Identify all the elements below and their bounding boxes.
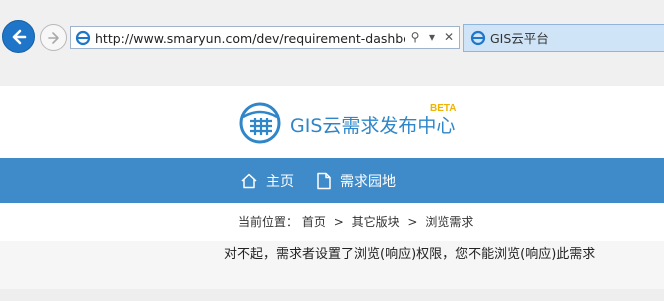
arrow-right-icon (47, 31, 59, 44)
ie-icon (470, 30, 486, 46)
address-bar[interactable]: http://www.smaryun.com/dev/requirement-d… (70, 26, 460, 49)
nav-item-home[interactable]: 主页 (240, 158, 294, 203)
permission-denied-message: 对不起，需求者设置了浏览(响应)权限，您不能浏览(响应)此需求 (224, 247, 596, 262)
back-button[interactable] (2, 20, 35, 53)
close-icon[interactable]: ✕ (441, 29, 457, 46)
breadcrumb: 当前位置： 首页 > 其它版块 > 浏览需求 (238, 214, 473, 230)
site-logo-title[interactable]: GIS云需求发布中心 (290, 114, 455, 138)
breadcrumb-separator: > (333, 215, 344, 229)
url-text[interactable]: http://www.smaryun.com/dev/requirement-d… (95, 30, 405, 47)
chevron-down-icon[interactable]: ▾ (425, 29, 439, 46)
nav-item-requirements[interactable]: 需求园地 (316, 158, 396, 203)
browser-chrome: http://www.smaryun.com/dev/requirement-d… (0, 0, 664, 86)
page-header: GIS云需求发布中心 BETA (0, 86, 664, 158)
breadcrumb-prefix: 当前位置： (238, 215, 299, 229)
breadcrumb-bar: 当前位置： 首页 > 其它版块 > 浏览需求 (0, 203, 664, 241)
search-icon[interactable]: ⚲ (407, 29, 423, 46)
beta-badge: BETA (430, 103, 457, 114)
forward-button[interactable] (40, 24, 67, 51)
document-icon (316, 172, 332, 190)
browser-tab[interactable]: GIS云平台 (463, 24, 664, 52)
home-icon (240, 172, 258, 190)
main-nav: 主页 需求园地 (0, 158, 664, 203)
globe-logo-icon (239, 102, 281, 144)
nav-item-label: 主页 (266, 173, 294, 190)
content-area: 对不起，需求者设置了浏览(响应)权限，您不能浏览(响应)此需求 (0, 241, 664, 289)
ie-icon (75, 30, 91, 46)
breadcrumb-item-home[interactable]: 首页 (302, 214, 326, 230)
tab-title: GIS云平台 (490, 31, 549, 46)
arrow-left-icon (12, 29, 26, 44)
breadcrumb-item-current: 浏览需求 (425, 215, 474, 229)
breadcrumb-item-other[interactable]: 其它版块 (352, 214, 400, 230)
breadcrumb-separator: > (407, 215, 418, 229)
nav-item-label: 需求园地 (340, 173, 396, 190)
